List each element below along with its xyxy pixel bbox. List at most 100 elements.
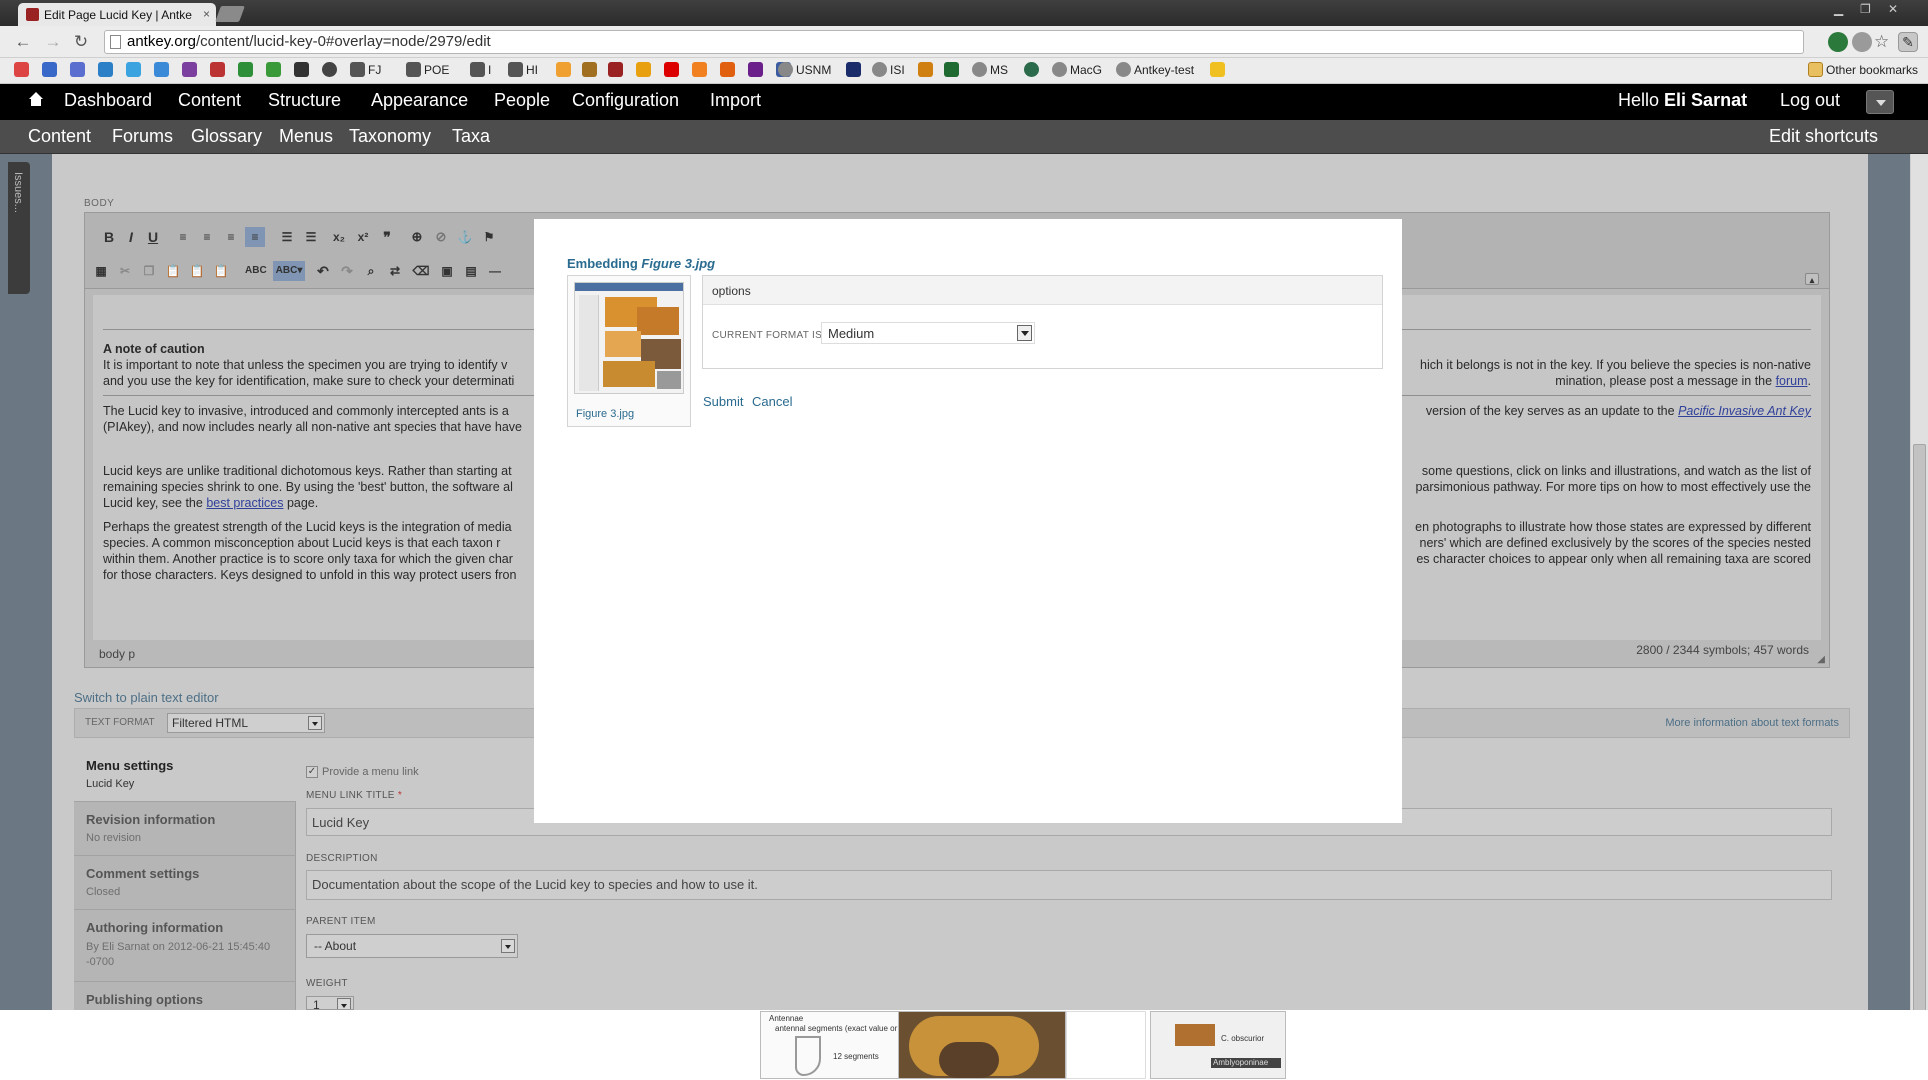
shortcuts-toggle-button[interactable] xyxy=(1866,90,1894,114)
forward-icon[interactable]: → xyxy=(42,31,64,53)
bookmark[interactable] xyxy=(664,62,682,80)
bookmark-i[interactable]: I xyxy=(470,62,491,80)
media-thumbnail[interactable]: Figure 3.jpg xyxy=(567,275,691,427)
shortcut-glossary[interactable]: Glossary xyxy=(191,126,262,147)
text-format-select[interactable]: Filtered HTML xyxy=(167,713,325,733)
admin-menu-configuration[interactable]: Configuration xyxy=(572,90,679,111)
bookmark[interactable] xyxy=(154,62,172,80)
bookmark[interactable] xyxy=(1210,62,1228,80)
edit-shortcuts-link[interactable]: Edit shortcuts xyxy=(1769,126,1878,147)
align-left-button[interactable]: ≡ xyxy=(173,227,193,247)
description-textarea[interactable]: Documentation about the scope of the Luc… xyxy=(306,870,1832,900)
bookmark[interactable] xyxy=(636,62,654,80)
scrollbar-thumb[interactable] xyxy=(1913,444,1926,1080)
bookmark[interactable] xyxy=(98,62,116,80)
bookmark-macg[interactable]: MacG xyxy=(1052,62,1102,80)
weight-select[interactable]: 1 xyxy=(306,996,354,1010)
bookmark[interactable] xyxy=(608,62,626,80)
bookmark[interactable] xyxy=(918,62,936,80)
bold-button[interactable]: B xyxy=(99,227,119,247)
bookmark[interactable] xyxy=(846,62,864,80)
horizontal-rule-button[interactable]: — xyxy=(485,261,505,281)
vtab-revision-information[interactable]: Revision information No revision xyxy=(74,802,296,856)
bookmark[interactable] xyxy=(322,62,340,80)
admin-menu-appearance[interactable]: Appearance xyxy=(371,90,468,111)
admin-menu-dashboard[interactable]: Dashboard xyxy=(64,90,152,111)
collapse-toolbar-button[interactable]: ▴ xyxy=(1805,273,1819,285)
copy-button[interactable]: ❐ xyxy=(139,261,159,281)
spellcheck-as-you-type-button[interactable]: ABC▾ xyxy=(273,261,305,281)
align-center-button[interactable]: ≡ xyxy=(197,227,217,247)
user-name[interactable]: Eli Sarnat xyxy=(1664,90,1747,110)
spellcheck-button[interactable]: ABC xyxy=(245,261,267,281)
align-right-button[interactable]: ≡ xyxy=(221,227,241,247)
bookmark[interactable] xyxy=(1024,62,1042,80)
vtab-authoring-information[interactable]: Authoring information By Eli Sarnat on 2… xyxy=(74,910,296,982)
select-all-button[interactable]: ▦ xyxy=(91,261,111,281)
extension-icon[interactable] xyxy=(1828,32,1848,52)
link-button[interactable]: ⊕ xyxy=(407,227,427,247)
resize-handle-icon[interactable]: ◢ xyxy=(1817,654,1825,665)
bookmark[interactable] xyxy=(556,62,574,80)
numbered-list-button[interactable]: ☰ xyxy=(277,227,297,247)
back-icon[interactable]: ← xyxy=(12,31,34,53)
other-bookmarks[interactable]: Other bookmarks xyxy=(1808,62,1918,80)
provide-menu-link-checkbox[interactable]: ✓ xyxy=(306,766,318,778)
bookmark[interactable] xyxy=(582,62,600,80)
shortcut-content[interactable]: Content xyxy=(28,126,91,147)
bookmark[interactable] xyxy=(944,62,962,80)
forum-link[interactable]: forum xyxy=(1776,374,1808,388)
submit-button[interactable]: Submit xyxy=(703,394,743,409)
admin-menu-import[interactable]: Import xyxy=(710,90,761,111)
admin-menu-structure[interactable]: Structure xyxy=(268,90,341,111)
image-button[interactable]: ▣ xyxy=(437,261,457,281)
cancel-button[interactable]: Cancel xyxy=(752,394,792,409)
superscript-button[interactable]: x² xyxy=(353,227,373,247)
tab-close-icon[interactable]: × xyxy=(203,7,210,21)
bookmark-hi[interactable]: HI xyxy=(508,62,538,80)
piakey-link[interactable]: Pacific Invasive Ant Key xyxy=(1678,404,1811,418)
issues-tab[interactable]: Issues... xyxy=(8,162,30,294)
bookmark-antkey-test[interactable]: Antkey-test xyxy=(1116,62,1194,80)
shortcut-taxa[interactable]: Taxa xyxy=(452,126,490,147)
bookmark-poe[interactable]: POE xyxy=(406,62,449,80)
browser-tab[interactable]: Edit Page Lucid Key | Antke × xyxy=(18,3,216,26)
italic-button[interactable]: I xyxy=(121,227,141,247)
bookmark[interactable] xyxy=(294,62,312,80)
paste-button[interactable]: 📋 xyxy=(163,261,183,281)
underline-button[interactable]: U xyxy=(143,227,163,247)
flag-icon[interactable]: ⚑ xyxy=(479,227,499,247)
minimize-icon[interactable]: ▁ xyxy=(1834,2,1843,16)
table-button[interactable]: ▤ xyxy=(461,261,481,281)
bookmark-isi[interactable]: ISI xyxy=(872,62,905,80)
wrench-icon[interactable]: ✎ xyxy=(1898,32,1918,52)
reload-icon[interactable]: ↻ xyxy=(70,31,92,53)
paste-word-button[interactable]: 📋 xyxy=(211,261,231,281)
paste-text-button[interactable]: 📋 xyxy=(187,261,207,281)
bookmark-ms[interactable]: MS xyxy=(972,62,1008,80)
bookmark[interactable] xyxy=(748,62,766,80)
logout-link[interactable]: Log out xyxy=(1780,90,1840,111)
thumbnail-caption[interactable]: Figure 3.jpg xyxy=(576,408,634,420)
switch-editor-link[interactable]: Switch to plain text editor xyxy=(74,690,219,705)
bookmark[interactable] xyxy=(266,62,284,80)
bookmark[interactable] xyxy=(720,62,738,80)
remove-format-button[interactable]: ⌫ xyxy=(411,261,431,281)
bookmark-calendar[interactable] xyxy=(42,62,60,80)
bookmark[interactable] xyxy=(182,62,200,80)
bookmark[interactable] xyxy=(70,62,88,80)
blockquote-button[interactable]: ❞ xyxy=(377,227,397,247)
best-practices-link[interactable]: best practices xyxy=(206,496,283,510)
shortcut-taxonomy[interactable]: Taxonomy xyxy=(349,126,431,147)
unlink-button[interactable]: ⊘ xyxy=(431,227,451,247)
page-scrollbar[interactable] xyxy=(1910,154,1928,1080)
bookmark[interactable] xyxy=(238,62,256,80)
bookmark[interactable] xyxy=(692,62,710,80)
undo-button[interactable]: ↶ xyxy=(313,261,333,281)
bookmark-gmail[interactable] xyxy=(14,62,32,80)
format-select[interactable]: Medium xyxy=(821,322,1035,344)
find-button[interactable]: ⌕ xyxy=(361,261,381,281)
restore-icon[interactable]: ❐ xyxy=(1860,2,1871,16)
parent-item-select[interactable]: -- About xyxy=(306,934,518,958)
shortcut-menus[interactable]: Menus xyxy=(279,126,333,147)
